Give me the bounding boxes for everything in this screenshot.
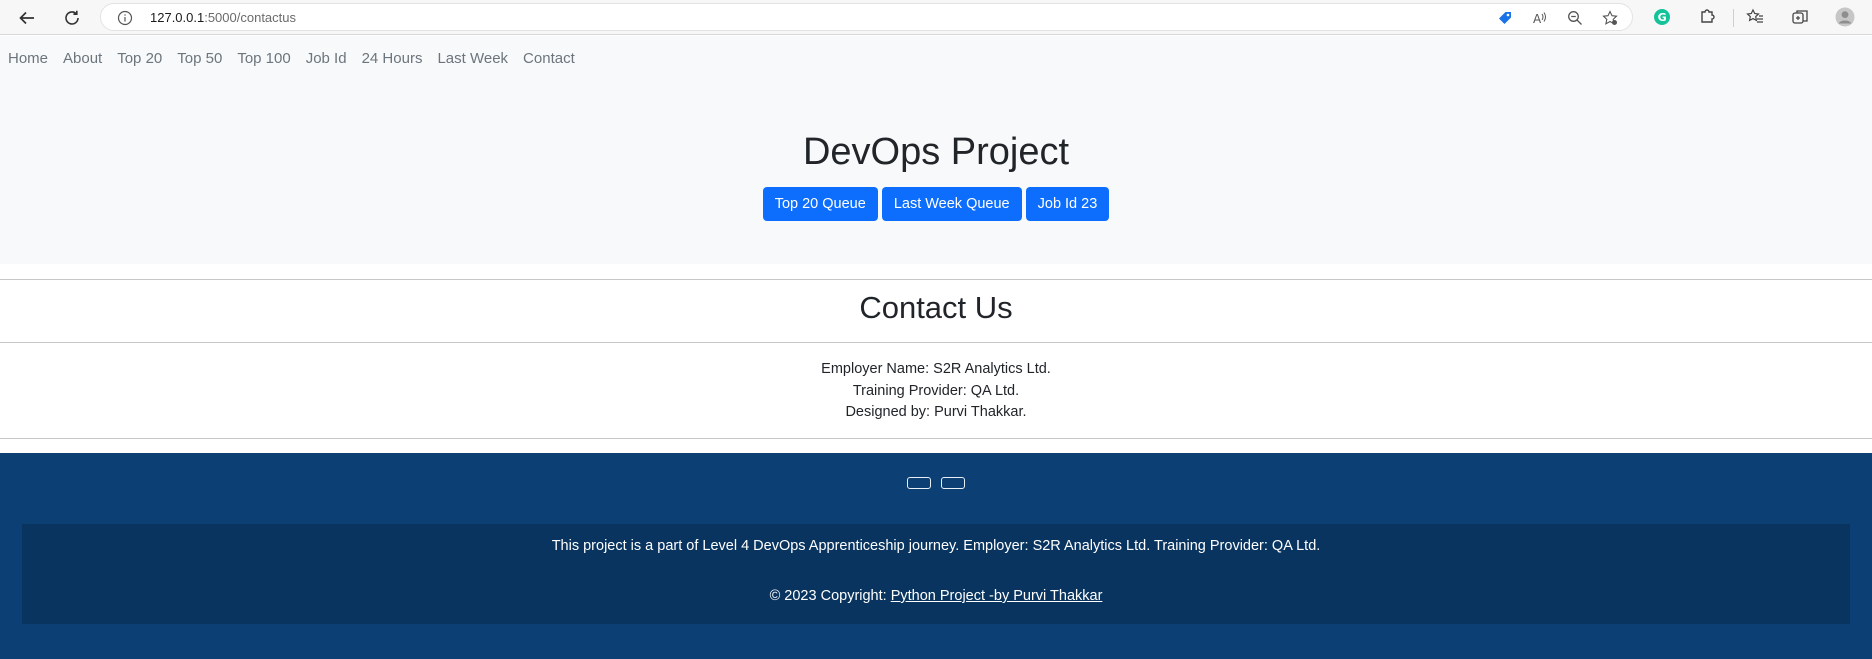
address-bar[interactable]: 127.0.0.1:5000/contactus A	[100, 3, 1633, 31]
top-20-queue-button[interactable]: Top 20 Queue	[762, 187, 878, 221]
social-links	[0, 477, 1872, 489]
designed-by-text: Designed by: Purvi Thakkar.	[845, 404, 1027, 421]
contact-title: Contact Us	[859, 290, 1013, 325]
favorites-icon[interactable]	[1745, 7, 1765, 27]
extensions-puzzle-icon[interactable]	[1697, 7, 1717, 27]
coupon-tag-icon[interactable]	[1497, 10, 1513, 26]
reload-icon	[65, 10, 79, 25]
last-week-queue-button[interactable]: Last Week Queue	[881, 187, 1022, 221]
nav-top-50[interactable]: Top 50	[177, 50, 222, 67]
nav-contact[interactable]: Contact	[523, 50, 575, 67]
nav-24-hours[interactable]: 24 Hours	[362, 50, 423, 67]
favorite-star-icon[interactable]	[1602, 10, 1618, 26]
hero-button-group: Top 20 Queue Last Week Queue Job Id 23	[0, 187, 1872, 221]
svg-text:G: G	[1658, 11, 1667, 24]
job-id-23-button[interactable]: Job Id 23	[1025, 187, 1110, 221]
page-content: Home About Top 20 Top 50 Top 100 Job Id …	[0, 36, 1872, 659]
reload-button[interactable]	[58, 4, 86, 32]
collections-icon[interactable]	[1790, 7, 1810, 27]
back-button[interactable]	[13, 4, 41, 32]
footer-copyright: © 2023 Copyright: Python Project -by Pur…	[22, 588, 1850, 604]
profile-avatar-icon[interactable]	[1835, 7, 1855, 27]
grammarly-extension-icon[interactable]: G	[1652, 7, 1672, 27]
divider-top	[0, 279, 1872, 280]
zoom-out-icon[interactable]	[1567, 10, 1583, 26]
nav-top-20[interactable]: Top 20	[117, 50, 162, 67]
nav-last-week[interactable]: Last Week	[437, 50, 508, 67]
back-arrow-icon	[19, 11, 34, 25]
nav-about[interactable]: About	[63, 50, 102, 67]
contact-details: Employer Name: S2R Analytics Ltd. Traini…	[0, 359, 1872, 424]
url-host: 127.0.0.1	[150, 10, 205, 25]
copyright-link[interactable]: Python Project -by Purvi Thakkar	[891, 588, 1103, 604]
nav-top-100[interactable]: Top 100	[237, 50, 290, 67]
social-button-1[interactable]	[907, 477, 931, 489]
footer-description: This project is a part of Level 4 DevOps…	[551, 538, 1321, 554]
nav-home[interactable]: Home	[8, 50, 48, 67]
copyright-prefix: © 2023 Copyright:	[769, 588, 891, 604]
info-icon[interactable]	[117, 10, 133, 26]
browser-toolbar: 127.0.0.1:5000/contactus A G	[0, 0, 1872, 35]
toolbar-divider	[1733, 9, 1734, 27]
hero-section: Home About Top 20 Top 50 Top 100 Job Id …	[0, 36, 1872, 264]
divider-middle	[0, 342, 1872, 343]
social-button-2[interactable]	[941, 477, 965, 489]
training-provider-text: Training Provider: QA Ltd.	[852, 382, 1020, 399]
employer-name-text: Employer Name: S2R Analytics Ltd.	[821, 361, 1051, 377]
top-nav: Home About Top 20 Top 50 Top 100 Job Id …	[0, 50, 582, 67]
nav-job-id[interactable]: Job Id	[306, 50, 347, 67]
url-path: :5000/contactus	[204, 10, 297, 25]
url-text: 127.0.0.1:5000/contactus	[150, 10, 296, 25]
divider-bottom	[0, 438, 1872, 439]
footer-info-box: This project is a part of Level 4 DevOps…	[22, 524, 1850, 624]
footer: This project is a part of Level 4 DevOps…	[0, 453, 1872, 659]
page-title: DevOps Project	[802, 131, 1070, 173]
svg-text:A: A	[1533, 12, 1542, 26]
read-aloud-icon[interactable]: A	[1532, 10, 1548, 26]
